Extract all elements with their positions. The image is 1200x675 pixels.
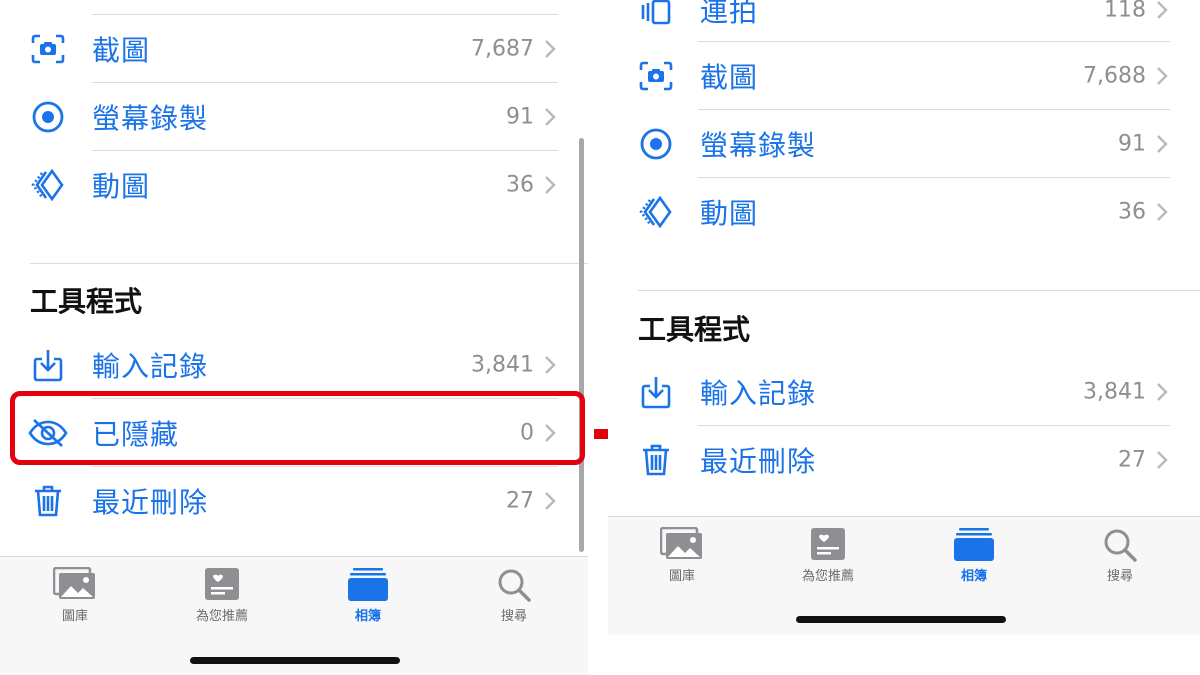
row-imports[interactable]: 輸入記錄 3,841	[0, 331, 588, 399]
row-label: 螢幕錄製	[700, 129, 817, 162]
tab-label: 圖庫	[668, 569, 695, 584]
row-animated[interactable]: 動圖 36	[0, 151, 588, 219]
row-count: 3,841	[1083, 379, 1146, 405]
row-count: 91	[1118, 131, 1146, 157]
tab-library[interactable]: 圖庫	[5, 557, 145, 627]
row-screen-recordings[interactable]: 螢幕錄製 91	[0, 83, 588, 151]
row-animated[interactable]: 動圖 36	[608, 178, 1200, 246]
row-label: 動圖	[700, 197, 759, 230]
library-icon	[53, 567, 95, 599]
screen-recording-icon	[636, 124, 676, 164]
tab-label: 為您推薦	[195, 609, 248, 624]
row-count: 7,688	[1083, 63, 1146, 89]
chevron-right-icon	[1157, 67, 1168, 85]
animated-icon	[28, 165, 68, 205]
tab-label: 圖庫	[61, 609, 88, 624]
tab-label: 相簿	[960, 569, 987, 584]
home-indicator[interactable]	[796, 616, 1006, 623]
tab-albums[interactable]: 相簿	[904, 517, 1044, 587]
row-count: 36	[506, 172, 534, 198]
tab-label: 搜尋	[500, 609, 527, 624]
chevron-right-icon	[1157, 203, 1168, 221]
row-count: 3,841	[471, 352, 534, 378]
tab-label: 搜尋	[1106, 569, 1133, 584]
row-count: 118	[1104, 0, 1146, 23]
albums-icon	[954, 528, 994, 561]
chevron-right-icon	[1157, 135, 1168, 153]
import-icon	[636, 372, 676, 412]
tab-search[interactable]: 搜尋	[1050, 517, 1190, 587]
chevron-right-icon	[545, 40, 556, 58]
chevron-right-icon	[1157, 1, 1168, 19]
row-label: 截圖	[700, 61, 759, 94]
home-indicator[interactable]	[190, 657, 400, 664]
trash-icon	[28, 481, 68, 521]
row-recently-deleted[interactable]: 最近刪除 27	[608, 426, 1200, 494]
animated-icon	[636, 192, 676, 232]
tab-albums[interactable]: 相簿	[298, 557, 438, 627]
section-divider	[30, 263, 588, 264]
tab-bar: 圖庫 為您推薦 相簿 搜尋	[0, 556, 588, 675]
tab-bar: 圖庫 為您推薦 相簿 搜尋	[608, 516, 1200, 635]
row-label: 輸入記錄	[700, 377, 817, 410]
row-count: 91	[506, 104, 534, 130]
row-label: 動圖	[92, 170, 151, 203]
search-icon	[1104, 529, 1137, 562]
row-count: 36	[1118, 199, 1146, 225]
chevron-right-icon	[545, 492, 556, 510]
tab-search[interactable]: 搜尋	[444, 557, 584, 627]
row-screenshots[interactable]: 截圖 7,687	[0, 15, 588, 83]
chevron-right-icon	[1157, 451, 1168, 469]
chevron-right-icon	[545, 176, 556, 194]
row-label: 螢幕錄製	[92, 102, 209, 135]
row-label: 截圖	[92, 34, 151, 67]
screenshot-icon	[636, 56, 676, 96]
screen-recording-icon	[28, 97, 68, 137]
section-title: 工具程式	[638, 313, 751, 346]
scrollbar[interactable]	[579, 138, 584, 552]
right-screenshot: 連拍 118 截圖 7,688 螢幕錄製 91 動圖 36 工具程式 輸入記錄 …	[608, 0, 1200, 675]
section-divider	[638, 290, 1200, 291]
chevron-right-icon	[1157, 383, 1168, 401]
tab-library[interactable]: 圖庫	[612, 517, 752, 587]
library-icon	[660, 527, 702, 559]
left-screenshot: 截圖 7,687 螢幕錄製 91 動圖 36 工具程式 輸入記錄 3,841 已…	[0, 0, 588, 675]
row-count: 7,687	[471, 36, 534, 62]
chevron-right-icon	[545, 356, 556, 374]
row-recently-deleted[interactable]: 最近刪除 27	[0, 467, 588, 535]
row-label: 連拍	[700, 0, 759, 28]
albums-icon	[348, 568, 388, 601]
tab-label: 相簿	[354, 609, 381, 624]
burst-icon	[636, 0, 676, 30]
row-label: 最近刪除	[92, 486, 209, 519]
tab-for-you[interactable]: 為您推薦	[758, 517, 898, 587]
tab-label: 為您推薦	[801, 569, 854, 584]
tab-for-you[interactable]: 為您推薦	[152, 557, 292, 627]
screenshot-icon	[28, 29, 68, 69]
import-icon	[28, 345, 68, 385]
for-you-icon	[205, 568, 239, 600]
row-bursts[interactable]: 連拍 118	[608, 0, 1200, 44]
chevron-right-icon	[545, 108, 556, 126]
row-imports[interactable]: 輸入記錄 3,841	[608, 358, 1200, 426]
for-you-icon	[811, 528, 845, 560]
section-title: 工具程式	[30, 285, 143, 318]
row-label: 最近刪除	[700, 445, 817, 478]
row-label: 輸入記錄	[92, 350, 209, 383]
row-count: 27	[1118, 447, 1146, 473]
highlight-box	[10, 391, 585, 465]
trash-icon	[636, 440, 676, 480]
search-icon	[498, 569, 531, 602]
row-screen-recordings[interactable]: 螢幕錄製 91	[608, 110, 1200, 178]
row-screenshots[interactable]: 截圖 7,688	[608, 42, 1200, 110]
row-count: 27	[506, 488, 534, 514]
